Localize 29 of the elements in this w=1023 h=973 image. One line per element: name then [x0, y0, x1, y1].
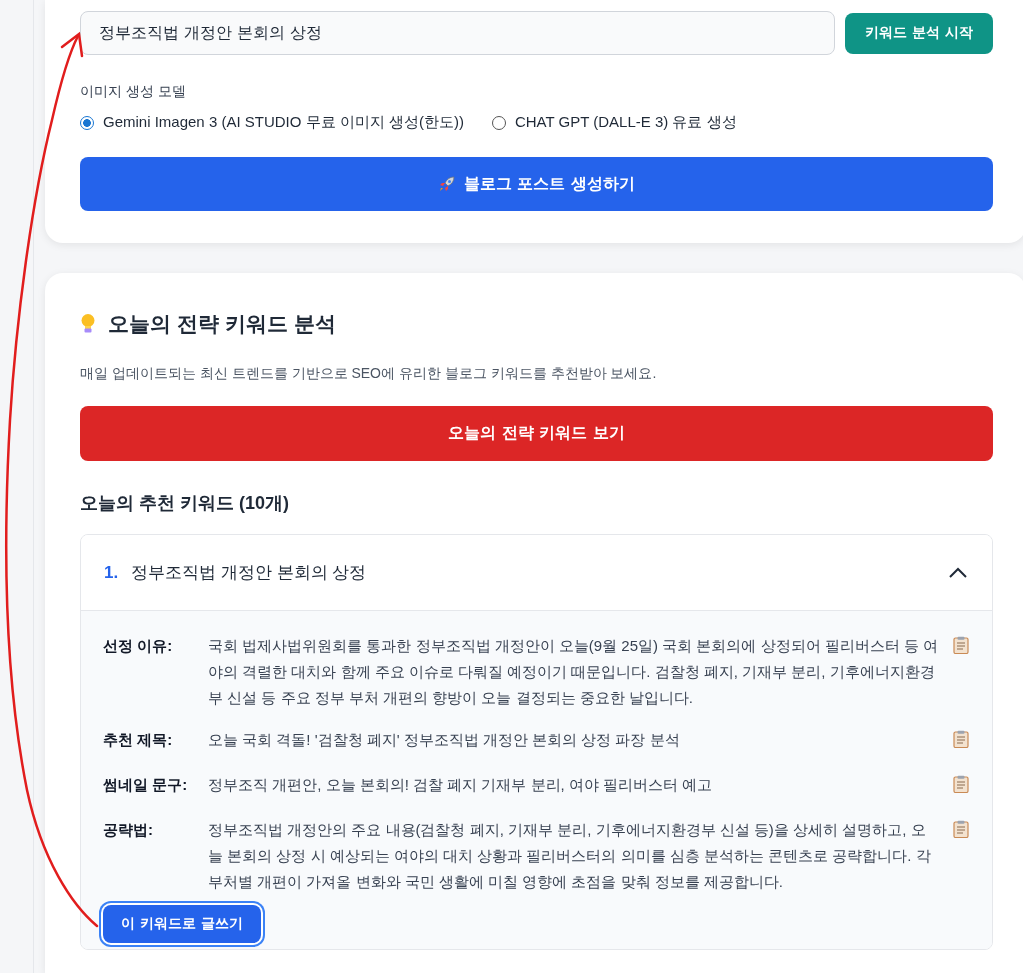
section-description: 매일 업데이트되는 최신 트렌드를 기반으로 SEO에 유리한 블로그 키워드를 추천받아 보세요. [80, 365, 657, 383]
section-title: 오늘의 전략 키워드 분석 [108, 311, 336, 337]
detail-text: 오늘 국회 격돌! '검찰청 폐지' 정부조직법 개정안 본회의 상정 파장 분석 [208, 730, 681, 750]
rocket-icon [437, 175, 456, 193]
detail-label: 추천 제목: [103, 730, 174, 750]
detail-text: 국회 법제사법위원회를 통과한 정부조직법 개정안이 오늘(9월 25일) 국회 본회의에 상정되어 필리버스터 등 여야의 격렬한 대치와 함께 주요 이슈로 다뤄질 예정이기 때문입니다. 검찰청 폐지, 기재부 분리, 기후에너지환경부 신설 등 주요 정부 부처 개편의 향방이 오늘 결정되는 중요한 날입니다. [208, 636, 939, 708]
clipboard-icon[interactable] [953, 730, 969, 748]
clipboard-icon[interactable] [953, 636, 969, 654]
detail-label: 선정 이유: [103, 636, 174, 656]
detail-text: 정부조직법 개정안의 주요 내용(검찰청 폐지, 기재부 분리, 기후에너지환경부 신설 등)을 상세히 설명하고, 오늘 본회의 상정 시 예상되는 여야의 대치 상황과 필리버스터의 의미를 심층 분석하는 콘텐츠로 공략합니다. 각 부처별 개편이 가져올 변화와 국민 생활에 미칠 영향에 초점을 맞춰 정보를 제공합니다. [208, 820, 932, 892]
detail-label: 공략법: [103, 820, 154, 840]
clipboard-icon[interactable] [953, 775, 969, 793]
model-label: 이미지 생성 모델 [80, 83, 186, 101]
radio-label: Gemini Imagen 3 (AI STUDIO 무료 이미지 생성(한도)) [103, 113, 464, 132]
generate-post-button[interactable]: 블로그 포스트 생성하기 [80, 157, 993, 211]
accordion-header[interactable]: 1. 정부조직법 개정안 본회의 상정 [81, 535, 992, 611]
radio-label: CHAT GPT (DALL-E 3) 유료 생성 [514, 113, 737, 132]
clipboard-icon[interactable] [953, 820, 969, 838]
view-keywords-button[interactable]: 오늘의 전략 키워드 보기 [80, 406, 993, 461]
detail-text: 정부조직 개편안, 오늘 본회의! 검찰 폐지 기재부 분리, 여야 필리버스터 예고 [208, 775, 714, 795]
subsection-title: 오늘의 추천 키워드 (10개) [80, 492, 289, 515]
chevron-up-icon[interactable] [949, 567, 967, 578]
lightbulb-icon [80, 313, 96, 335]
radio-button[interactable] [80, 115, 94, 130]
keyword-number: 1. [104, 562, 119, 583]
analyze-button[interactable]: 키워드 분석 시작 [845, 12, 993, 54]
detail-label: 썸네일 문구: [103, 775, 189, 795]
search-field[interactable]: 정부조직법 개정안 본회의 상정 [80, 11, 836, 55]
keyword-title: 정부조직법 개정안 본회의 상정 [131, 562, 368, 584]
